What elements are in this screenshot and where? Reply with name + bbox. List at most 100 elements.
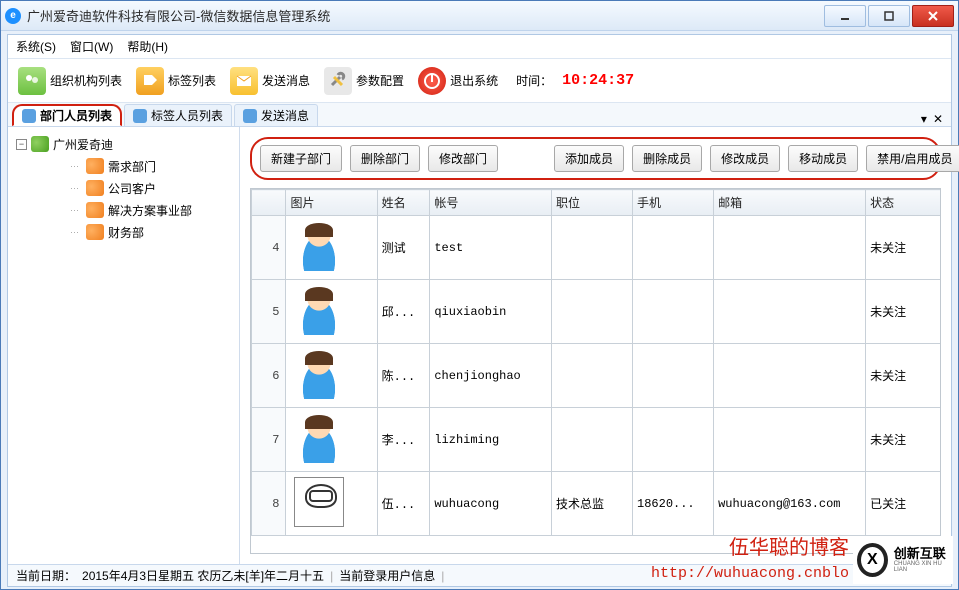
tab-tools: ▾ ✕	[921, 112, 947, 126]
tab-dropdown-icon[interactable]: ▾	[921, 112, 927, 126]
table-row[interactable]: 4测试test未关注	[252, 216, 942, 280]
col-name[interactable]: 姓名	[377, 190, 430, 216]
cell-position: 技术总监	[551, 472, 632, 536]
tree-node-label: 解决方案事业部	[108, 202, 192, 219]
cell-name: 陈...	[377, 344, 430, 408]
tabstrip: 部门人员列表 标签人员列表 发送消息 ▾ ✕	[8, 103, 951, 127]
member-grid[interactable]: 图片 姓名 帐号 职位 手机 邮箱 状态 图片地址 4测试test未关注5 邱..…	[250, 188, 941, 554]
dept-icon	[86, 224, 104, 240]
tree-node[interactable]: ⋯ 需求部门	[12, 155, 235, 177]
table-row[interactable]: 8伍...wuhuacong技术总监18620...wuhuacong@163.…	[252, 472, 942, 536]
status-login-label: 当前登录用户信息	[339, 567, 435, 584]
toolbar: 组织机构列表 标签列表 发送消息 参数配置	[8, 59, 951, 103]
cell-position	[551, 408, 632, 472]
grid-header-row: 图片 姓名 帐号 职位 手机 邮箱 状态 图片地址	[252, 190, 942, 216]
cell-mobile	[633, 344, 714, 408]
close-button[interactable]	[912, 5, 954, 27]
add-member-button[interactable]: 添加成员	[554, 145, 624, 172]
dept-icon	[86, 202, 104, 218]
move-member-button[interactable]: 移动成员	[788, 145, 858, 172]
dept-icon	[86, 158, 104, 174]
edit-dept-button[interactable]: 修改部门	[428, 145, 498, 172]
toolbar-exit[interactable]: 退出系统	[414, 65, 502, 97]
table-row[interactable]: 6 陈...chenjionghao 未关注	[252, 344, 942, 408]
minimize-button[interactable]	[824, 5, 866, 27]
avatar	[294, 413, 344, 463]
cell-rownum: 5	[252, 280, 286, 344]
tab-close-icon[interactable]: ✕	[933, 112, 943, 126]
status-separator: |	[330, 569, 333, 583]
avatar	[294, 285, 344, 335]
tree-node[interactable]: ⋯ 财务部	[12, 221, 235, 243]
cell-photo	[286, 216, 377, 280]
avatar	[294, 221, 344, 271]
collapse-icon[interactable]: −	[16, 139, 27, 150]
cell-photo	[286, 408, 377, 472]
cell-account: qiuxiaobin	[430, 280, 552, 344]
cell-mobile: 18620...	[633, 472, 714, 536]
new-sub-dept-button[interactable]: 新建子部门	[260, 145, 342, 172]
status-date-label: 当前日期：	[16, 567, 76, 584]
cell-rownum: 6	[252, 344, 286, 408]
cell-photo	[286, 280, 377, 344]
exit-icon	[418, 67, 446, 95]
col-account[interactable]: 帐号	[430, 190, 552, 216]
tree-node[interactable]: ⋯ 解决方案事业部	[12, 199, 235, 221]
col-mobile[interactable]: 手机	[633, 190, 714, 216]
wrench-icon	[324, 67, 352, 95]
tab-label: 部门人员列表	[40, 107, 112, 124]
client-area: 系统(S) 窗口(W) 帮助(H) 组织机构列表 标签列表	[7, 34, 952, 587]
menu-help[interactable]: 帮助(H)	[127, 38, 168, 55]
col-rownum[interactable]	[252, 190, 286, 216]
table-row[interactable]: 7李...lizhiming未关注	[252, 408, 942, 472]
cell-account: test	[430, 216, 552, 280]
toolbar-org-label: 组织机构列表	[50, 72, 122, 89]
cell-account: lizhiming	[430, 408, 552, 472]
cell-name: 邱...	[377, 280, 430, 344]
titlebar[interactable]: e 广州爱奇迪软件科技有限公司-微信数据信息管理系统	[1, 1, 958, 31]
tab-label: 发送消息	[261, 107, 309, 124]
avatar	[294, 349, 344, 399]
menu-window[interactable]: 窗口(W)	[70, 38, 113, 55]
cell-rownum: 7	[252, 408, 286, 472]
tree-node[interactable]: ⋯ 公司客户	[12, 177, 235, 199]
delete-dept-button[interactable]: 删除部门	[350, 145, 420, 172]
app-window: e 广州爱奇迪软件科技有限公司-微信数据信息管理系统 系统(S) 窗口(W) 帮…	[0, 0, 959, 590]
toggle-member-button[interactable]: 禁用/启用成员	[866, 145, 959, 172]
tab-tag-members[interactable]: 标签人员列表	[124, 104, 232, 126]
cell-account: chenjionghao	[430, 344, 552, 408]
cell-status: 未关注	[866, 408, 941, 472]
dept-icon	[86, 180, 104, 196]
dept-tree[interactable]: − 广州爱奇迪 ⋯ 需求部门 ⋯ 公司客户 ⋯ 解决方案事业部	[8, 127, 240, 564]
cell-status: 未关注	[866, 280, 941, 344]
tab-send-message[interactable]: 发送消息	[234, 104, 318, 126]
content-panel: 新建子部门 删除部门 修改部门 添加成员 删除成员 修改成员 移动成员 禁用/启…	[240, 127, 951, 564]
tree-root-label: 广州爱奇迪	[53, 136, 113, 153]
cell-position	[551, 216, 632, 280]
toolbar-org[interactable]: 组织机构列表	[14, 65, 126, 97]
cell-status: 未关注	[866, 344, 941, 408]
toolbar-settings-label: 参数配置	[356, 72, 404, 89]
toolbar-exit-label: 退出系统	[450, 72, 498, 89]
col-photo[interactable]: 图片	[286, 190, 377, 216]
tree-root[interactable]: − 广州爱奇迪	[12, 133, 235, 155]
menubar: 系统(S) 窗口(W) 帮助(H)	[8, 35, 951, 59]
toolbar-settings[interactable]: 参数配置	[320, 65, 408, 97]
edit-member-button[interactable]: 修改成员	[710, 145, 780, 172]
users-icon	[18, 67, 46, 95]
cell-photo	[286, 472, 377, 536]
toolbar-send[interactable]: 发送消息	[226, 65, 314, 97]
col-email[interactable]: 邮箱	[714, 190, 866, 216]
tree-node-label: 公司客户	[108, 180, 156, 197]
table-row[interactable]: 5 邱...qiuxiaobin 未关注	[252, 280, 942, 344]
status-date-value: 2015年4月3日星期五 农历乙未[羊]年二月十五	[82, 567, 324, 584]
menu-system[interactable]: 系统(S)	[16, 38, 56, 55]
tab-icon	[22, 109, 36, 123]
delete-member-button[interactable]: 删除成员	[632, 145, 702, 172]
toolbar-tag[interactable]: 标签列表	[132, 65, 220, 97]
col-status[interactable]: 状态	[866, 190, 941, 216]
maximize-button[interactable]	[868, 5, 910, 27]
main: − 广州爱奇迪 ⋯ 需求部门 ⋯ 公司客户 ⋯ 解决方案事业部	[8, 127, 951, 564]
tab-dept-members[interactable]: 部门人员列表	[12, 104, 122, 126]
col-position[interactable]: 职位	[551, 190, 632, 216]
